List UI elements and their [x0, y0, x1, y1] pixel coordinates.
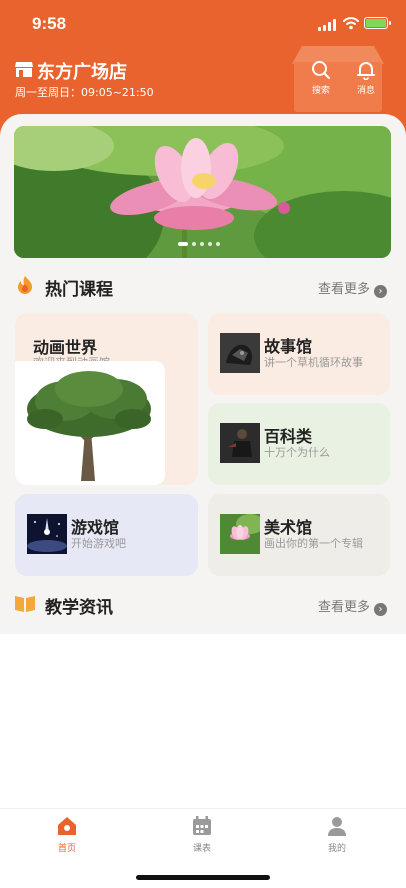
hot-courses-header: 热门课程 — [14, 274, 214, 300]
status-bar: 9:58 — [0, 0, 406, 46]
night-sky-thumbnail — [27, 514, 67, 554]
search-icon — [312, 61, 330, 79]
wifi-icon — [343, 17, 359, 30]
message-button[interactable]: 消息 — [346, 60, 386, 96]
course-card-animation[interactable]: 动画世界 欢迎来到动画馆 — [15, 313, 198, 485]
course-subtitle: 画出你的第一个专辑 — [264, 537, 363, 550]
lotus-banner-image — [14, 126, 391, 258]
tab-profile[interactable]: 我的 — [307, 815, 367, 854]
bell-icon — [357, 62, 375, 80]
user-icon — [328, 817, 346, 836]
tab-home[interactable]: 首页 — [37, 815, 97, 854]
battery-icon — [364, 17, 391, 29]
tab-schedule[interactable]: 课表 — [172, 815, 232, 854]
dark-creature-thumbnail — [220, 333, 260, 373]
tab-label: 首页 — [57, 844, 76, 854]
hot-courses-more-link[interactable]: 查看更多 › — [318, 278, 388, 298]
banner-carousel[interactable] — [14, 126, 391, 258]
home-indicator — [136, 875, 270, 880]
search-button[interactable]: 搜索 — [301, 60, 341, 96]
course-subtitle: 十万个为什么 — [264, 446, 330, 459]
flame-icon — [18, 276, 32, 294]
search-label: 搜索 — [311, 86, 330, 96]
home-icon — [58, 817, 76, 835]
store-name[interactable]: 东方广场店 — [37, 58, 127, 84]
hot-courses-title: 热门课程 — [45, 280, 113, 300]
news-title: 教学资讯 — [45, 598, 113, 618]
message-label: 消息 — [356, 86, 375, 96]
course-subtitle: 讲一个草机循环故事 — [264, 356, 363, 369]
store-icon — [15, 62, 33, 77]
tab-label: 课表 — [192, 844, 211, 854]
course-subtitle: 开始游戏吧 — [71, 537, 126, 550]
lotus-thumbnail — [220, 514, 260, 554]
dark-figure-thumbnail — [220, 423, 260, 463]
course-card-encyclopedia[interactable]: 百科类 十万个为什么 — [208, 403, 390, 485]
banner-indicator — [178, 242, 224, 246]
news-more-link[interactable]: 查看更多 › — [318, 596, 388, 616]
signal-icon — [318, 19, 338, 31]
news-header: 教学资讯 — [14, 592, 214, 618]
chevron-right-icon: › — [374, 285, 388, 298]
chevron-right-icon: › — [374, 603, 388, 616]
more-label: 查看更多 — [318, 600, 371, 615]
course-card-game[interactable]: 游戏馆 开始游戏吧 — [15, 494, 198, 576]
tree-image — [15, 361, 165, 485]
calendar-icon — [193, 816, 211, 835]
more-label: 查看更多 — [318, 282, 371, 297]
book-icon — [15, 596, 35, 612]
status-time: 9:58 — [32, 14, 67, 33]
tab-label: 我的 — [327, 844, 346, 854]
course-card-art[interactable]: 美术馆 画出你的第一个专辑 — [208, 494, 390, 576]
course-card-story[interactable]: 故事馆 讲一个草机循环故事 — [208, 313, 390, 395]
store-hours: 周一至周日：09:05~21:50 — [15, 86, 154, 99]
